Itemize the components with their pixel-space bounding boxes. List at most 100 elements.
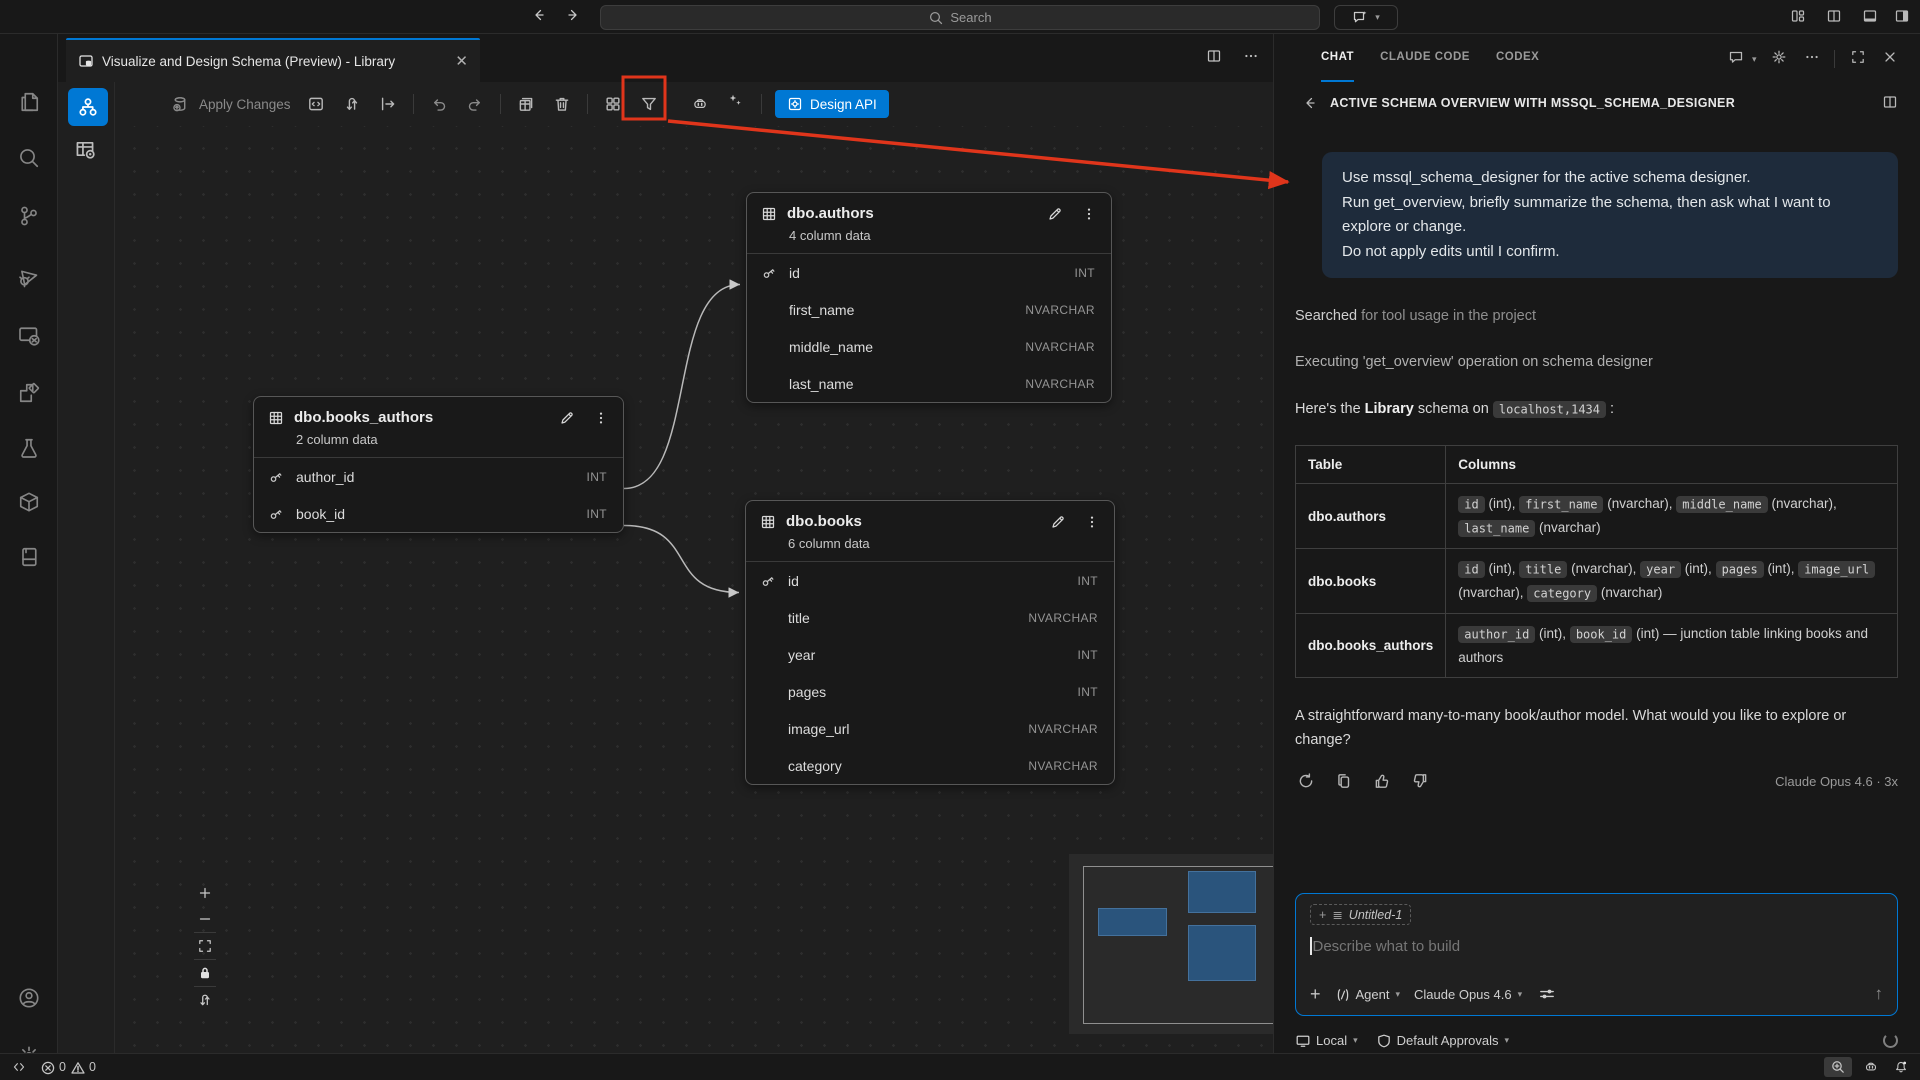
table-properties-button[interactable] bbox=[74, 138, 100, 164]
column-row-image_url[interactable]: image_urlNVARCHAR bbox=[746, 710, 1114, 747]
column-row-title[interactable]: titleNVARCHAR bbox=[746, 599, 1114, 636]
customize-layout-icon[interactable] bbox=[1790, 8, 1808, 26]
context-chip[interactable]: + ≣ Untitled-1 bbox=[1310, 904, 1411, 925]
column-row-id[interactable]: idINT bbox=[746, 562, 1114, 599]
regenerate-icon[interactable] bbox=[1295, 770, 1317, 792]
mode-selector[interactable]: Agent ▾ bbox=[1335, 987, 1401, 1002]
activity-source-control-icon[interactable] bbox=[13, 200, 45, 232]
edit-table-icon[interactable] bbox=[1050, 514, 1066, 530]
send-icon[interactable]: ↑ bbox=[1875, 984, 1884, 1004]
notifications-bell-icon[interactable] bbox=[1890, 1059, 1912, 1075]
lock-canvas-button[interactable] bbox=[192, 960, 218, 986]
approvals-selector[interactable]: Default Approvals ▾ bbox=[1376, 1033, 1509, 1048]
secondary-sidebar-icon[interactable] bbox=[1894, 8, 1912, 26]
schema-node-dbo-authors[interactable]: dbo.authors4 column dataidINTfirst_nameN… bbox=[746, 192, 1112, 403]
edit-table-icon[interactable] bbox=[1047, 206, 1063, 222]
zoom-status-icon[interactable] bbox=[1824, 1057, 1852, 1077]
chat-sessions-icon[interactable] bbox=[1728, 49, 1746, 67]
chat-settings-icon[interactable] bbox=[1771, 49, 1789, 67]
edit-table-icon[interactable] bbox=[559, 410, 575, 426]
remote-indicator[interactable] bbox=[8, 1059, 30, 1075]
schema-node-dbo-books[interactable]: dbo.books6 column dataidINTtitleNVARCHAR… bbox=[745, 500, 1115, 785]
split-editor-action-icon[interactable] bbox=[1206, 48, 1226, 68]
schema-summary-table: TableColumnsdbo.authorsid (int), first_n… bbox=[1295, 445, 1898, 678]
redo-icon[interactable] bbox=[464, 93, 486, 115]
table-columns-cell: id (int), first_name (nvarchar), middle_… bbox=[1446, 484, 1898, 549]
column-row-year[interactable]: yearINT bbox=[746, 636, 1114, 673]
tab-schema-designer[interactable]: Visualize and Design Schema (Preview) - … bbox=[66, 38, 480, 82]
arrange-layout-icon[interactable] bbox=[602, 93, 624, 115]
auto-layout-button[interactable] bbox=[192, 987, 218, 1013]
chat-tab-codex[interactable]: CODEX bbox=[1496, 34, 1539, 82]
tool-step[interactable]: Searched for tool usage in the project bbox=[1295, 308, 1898, 324]
chat-more-icon[interactable] bbox=[1804, 49, 1822, 67]
split-editor-icon[interactable] bbox=[1826, 8, 1844, 26]
activity-run-debug-icon[interactable] bbox=[13, 260, 45, 292]
sparkle-icon[interactable] bbox=[727, 92, 751, 116]
activity-extensions-icon[interactable] bbox=[13, 377, 45, 409]
filter-icon[interactable] bbox=[638, 93, 660, 115]
schema-node-dbo-books_authors[interactable]: dbo.books_authors2 column dataauthor_idI… bbox=[253, 396, 624, 533]
minimap-node bbox=[1098, 908, 1167, 936]
schema-compare-icon[interactable] bbox=[341, 93, 363, 115]
column-row-last_name[interactable]: last_nameNVARCHAR bbox=[747, 365, 1111, 402]
open-session-editor-icon[interactable] bbox=[1882, 94, 1900, 112]
editor-more-actions-icon[interactable] bbox=[1243, 48, 1263, 68]
schema-canvas[interactable]: dbo.books_authors2 column dataauthor_idI… bbox=[115, 82, 1273, 1053]
node-menu-icon[interactable] bbox=[593, 410, 609, 426]
activity-database-projects-icon[interactable] bbox=[13, 541, 45, 573]
environment-selector[interactable]: Local ▾ bbox=[1295, 1033, 1358, 1048]
activity-accounts-icon[interactable] bbox=[13, 982, 45, 1014]
schema-view-button[interactable] bbox=[68, 88, 108, 126]
design-api-button[interactable]: Design API bbox=[775, 90, 889, 118]
column-row-pages[interactable]: pagesINT bbox=[746, 673, 1114, 710]
column-row-author_id[interactable]: author_idINT bbox=[254, 458, 623, 495]
chat-tab-chat[interactable]: CHAT bbox=[1321, 34, 1354, 82]
column-row-middle_name[interactable]: middle_nameNVARCHAR bbox=[747, 328, 1111, 365]
close-panel-icon[interactable] bbox=[1882, 49, 1900, 67]
column-row-book_id[interactable]: book_idINT bbox=[254, 495, 623, 532]
chevron-down-icon[interactable]: ▾ bbox=[1752, 49, 1764, 67]
attach-icon[interactable]: + bbox=[1310, 984, 1321, 1005]
column-row-id[interactable]: idINT bbox=[747, 254, 1111, 291]
back-icon[interactable] bbox=[1301, 95, 1319, 113]
tab-close-icon[interactable]: ✕ bbox=[455, 52, 468, 70]
toggle-panel-icon[interactable] bbox=[1862, 8, 1880, 26]
thumbs-down-icon[interactable] bbox=[1409, 770, 1431, 792]
chat-input-box[interactable]: + ≣ Untitled-1 Describe what to build + … bbox=[1295, 893, 1898, 1016]
activity-explorer-icon[interactable] bbox=[13, 86, 45, 118]
zoom-in-button[interactable] bbox=[192, 880, 218, 906]
nav-forward-icon[interactable] bbox=[566, 7, 586, 27]
activity-search-icon[interactable] bbox=[13, 142, 45, 174]
activity-containers-icon[interactable] bbox=[13, 486, 45, 518]
copilot-icon[interactable] bbox=[685, 90, 715, 118]
activity-remote-explorer-icon[interactable] bbox=[13, 319, 45, 351]
problems-indicator[interactable]: 0 0 bbox=[36, 1060, 100, 1075]
zoom-out-button[interactable] bbox=[192, 906, 218, 932]
copy-icon[interactable] bbox=[1333, 770, 1355, 792]
maximize-panel-icon[interactable] bbox=[1850, 49, 1868, 67]
model-settings-icon[interactable] bbox=[1536, 983, 1558, 1005]
chat-tab-claude-code[interactable]: CLAUDE CODE bbox=[1380, 34, 1470, 82]
search-input[interactable]: Search bbox=[600, 5, 1320, 30]
node-menu-icon[interactable] bbox=[1081, 206, 1097, 222]
export-icon[interactable] bbox=[377, 93, 399, 115]
node-menu-icon[interactable] bbox=[1084, 514, 1100, 530]
copilot-status-icon[interactable] bbox=[1860, 1059, 1882, 1075]
apply-changes-button[interactable]: Apply Changes bbox=[169, 93, 291, 115]
chat-transcript[interactable]: Use mssql_schema_designer for the active… bbox=[1295, 130, 1898, 883]
nav-back-icon[interactable] bbox=[530, 7, 550, 27]
column-type: NVARCHAR bbox=[1028, 611, 1098, 625]
thumbs-up-icon[interactable] bbox=[1371, 770, 1393, 792]
fit-view-button[interactable] bbox=[192, 933, 218, 959]
view-code-icon[interactable] bbox=[305, 93, 327, 115]
model-selector[interactable]: Claude Opus 4.6 ▾ bbox=[1414, 987, 1522, 1002]
column-row-first_name[interactable]: first_nameNVARCHAR bbox=[747, 291, 1111, 328]
delete-icon[interactable] bbox=[551, 93, 573, 115]
toggle-chat-button[interactable]: ▾ bbox=[1334, 5, 1398, 30]
column-row-category[interactable]: categoryNVARCHAR bbox=[746, 747, 1114, 784]
activity-testing-icon[interactable] bbox=[13, 432, 45, 464]
add-table-icon[interactable] bbox=[515, 93, 537, 115]
tool-step[interactable]: Executing 'get_overview' operation on sc… bbox=[1295, 354, 1898, 370]
undo-icon[interactable] bbox=[428, 93, 450, 115]
